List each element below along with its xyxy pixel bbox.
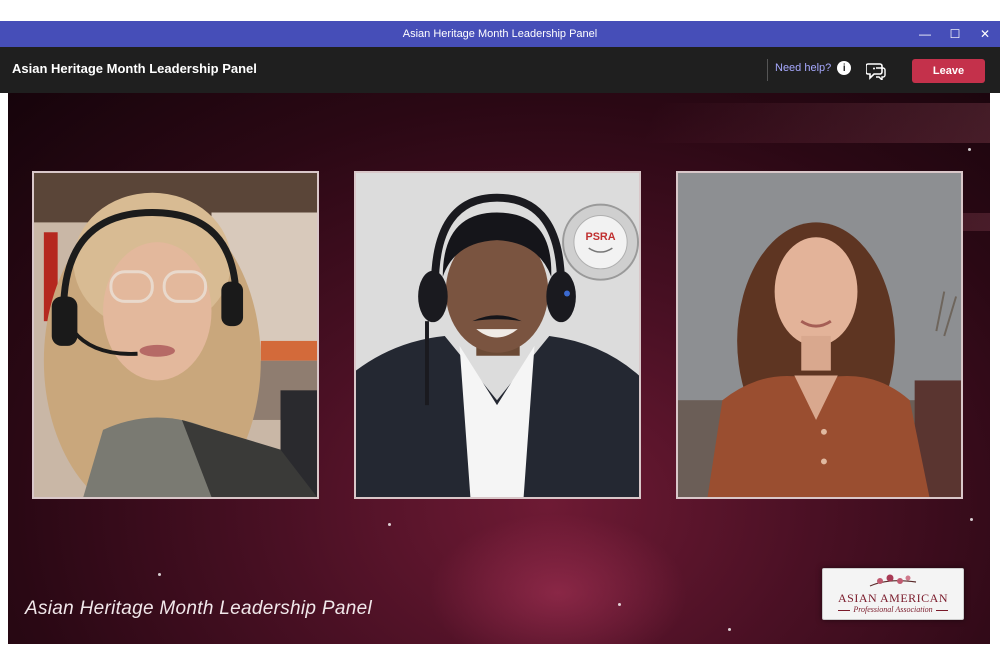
sparkle xyxy=(618,603,621,606)
minimize-button[interactable]: — xyxy=(910,21,940,47)
help-link[interactable]: Need help? i xyxy=(775,61,852,75)
sparkle xyxy=(388,523,391,526)
organization-logo: ASIAN AMERICAN Professional Association xyxy=(822,568,964,620)
leave-button[interactable]: Leave xyxy=(912,59,985,83)
window-titlebar: Asian Heritage Month Leadership Panel — … xyxy=(0,21,1000,47)
logo-subtitle: Professional Association xyxy=(823,605,963,614)
info-icon: i xyxy=(837,61,852,75)
background-streak xyxy=(640,103,990,143)
header-divider xyxy=(767,59,768,81)
help-label: Need help? xyxy=(775,62,832,74)
cherry-blossom-icon xyxy=(869,574,917,587)
panel-caption: Asian Heritage Month Leadership Panel xyxy=(25,598,372,619)
participant-video-tile[interactable] xyxy=(32,171,319,499)
logo-title: ASIAN AMERICAN xyxy=(837,591,948,605)
sparkle xyxy=(158,573,161,576)
window-title: Asian Heritage Month Leadership Panel xyxy=(402,28,598,40)
chat-help-icon[interactable] xyxy=(866,62,886,80)
participant-video-tile[interactable] xyxy=(676,171,963,499)
close-button[interactable]: ✕ xyxy=(970,21,1000,47)
background-glow xyxy=(428,513,688,644)
psra-badge-text: PSRA xyxy=(585,231,615,243)
maximize-button[interactable]: ☐ xyxy=(940,21,970,47)
sparkle xyxy=(970,518,973,521)
sparkle xyxy=(968,148,971,151)
participant-video-feed xyxy=(678,173,961,497)
participant-video-tile[interactable]: PSRA xyxy=(354,171,641,499)
meeting-title: Asian Heritage Month Leadership Panel xyxy=(12,61,257,76)
participant-video-feed: PSRA xyxy=(356,173,639,497)
meeting-header: Asian Heritage Month Leadership Panel Ne… xyxy=(0,47,1000,93)
participant-video-feed xyxy=(34,173,317,497)
meeting-stage: PSRA Asian Heritage Month Leadership Pan… xyxy=(8,93,990,644)
psra-badge: PSRA xyxy=(562,203,639,281)
window-controls: — ☐ ✕ xyxy=(910,21,1000,47)
sparkle xyxy=(728,628,731,631)
